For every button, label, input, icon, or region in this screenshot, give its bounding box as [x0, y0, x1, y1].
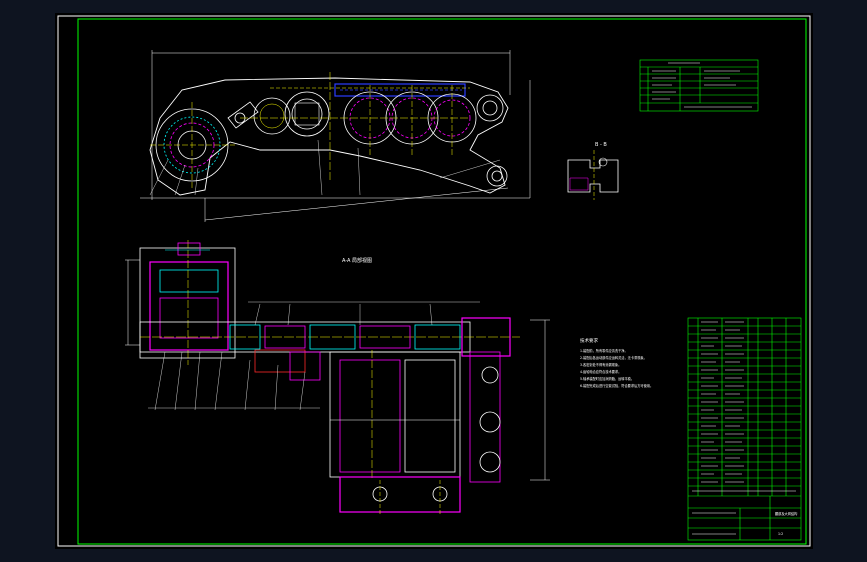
note-4: 4.齿轮啮合应符合技术要求。	[580, 369, 621, 374]
note-2: 2.装配后各运动部件应运转灵活，无卡滞现象。	[580, 355, 647, 360]
note-1: 1.装配前，所有零件应清洗干净。	[580, 348, 628, 353]
notes-title: 技术要求	[580, 337, 598, 344]
note-6: 6.装配完成后进行空载试验，符合要求后方可使用。	[580, 383, 653, 388]
cad-drawing-viewport: B - B A-A 局部视图 技术要求 1.装配前，所有零件应清洗干净。 2.装…	[55, 13, 813, 549]
note-3: 3.各密封处不得有渗漏现象。	[580, 362, 621, 367]
section-b-label: B - B	[595, 142, 607, 148]
title-block-drawing-title: 腰部及大臂结构	[775, 511, 797, 516]
drawing-sheet	[55, 13, 813, 549]
title-block-scale: 1:2	[778, 532, 783, 536]
section-a-label: A-A 局部视图	[342, 257, 372, 264]
note-5: 5.轴承装配时应加润滑脂，运转平稳。	[580, 376, 634, 381]
